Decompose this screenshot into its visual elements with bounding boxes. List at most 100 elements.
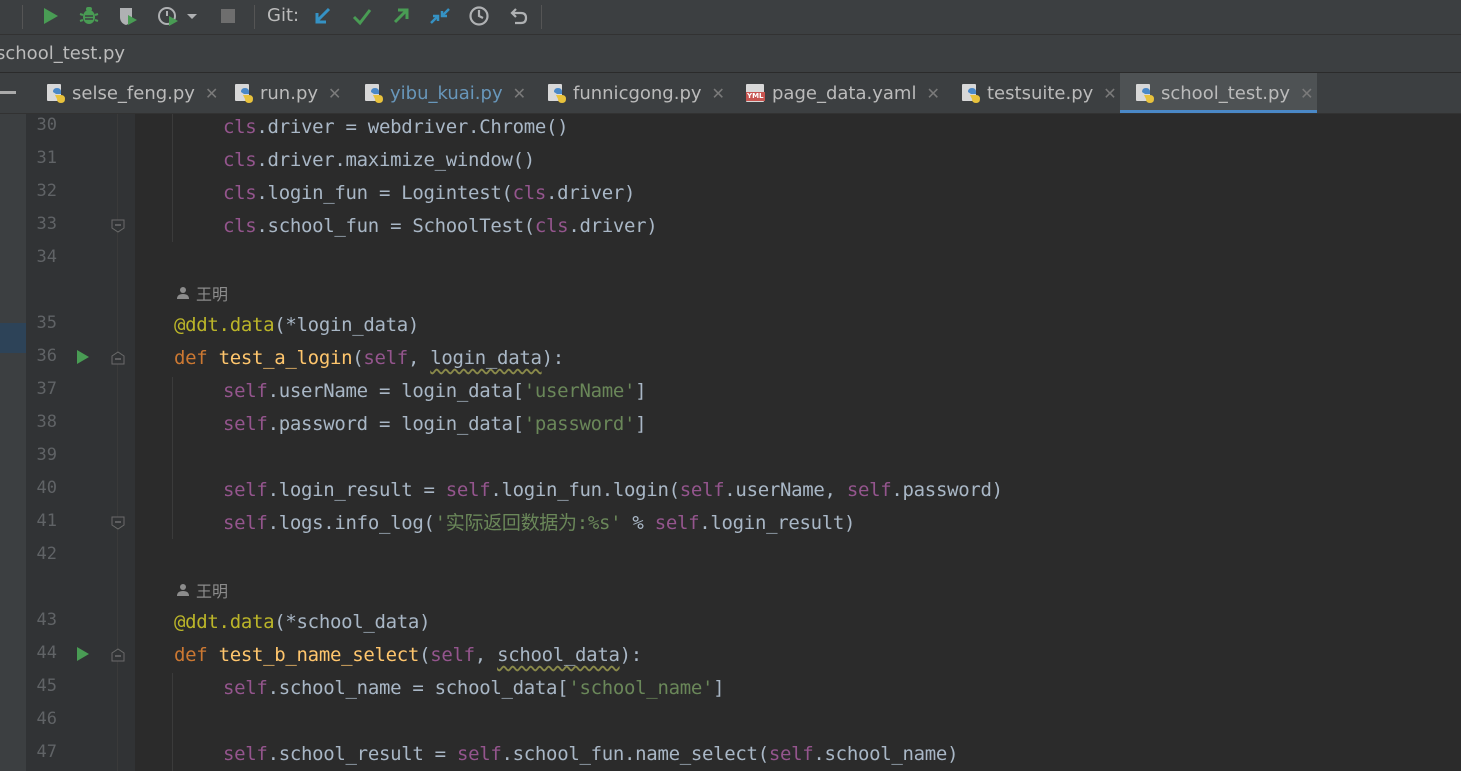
profile-icon[interactable] <box>155 3 181 29</box>
close-icon[interactable]: ✕ <box>712 84 725 103</box>
coverage-icon[interactable] <box>114 3 140 29</box>
code-text[interactable]: self.logs.info_log('实际返回数据为:%s' % self.l… <box>223 511 856 535</box>
fold-start-icon[interactable] <box>111 648 125 662</box>
line-number: 44 <box>36 643 57 663</box>
code-line: 32 cls.login_fun = Logintest(cls.driver) <box>0 176 1461 209</box>
run-test-icon[interactable] <box>76 646 90 662</box>
code-line: 46 <box>0 704 1461 737</box>
code-text[interactable]: def test_a_login(self, login_data): <box>174 346 564 370</box>
line-number: 39 <box>36 445 57 465</box>
code-text[interactable]: @ddt.data(*school_data) <box>174 610 431 634</box>
code-text[interactable]: cls.school_fun = SchoolTest(cls.driver) <box>223 214 658 238</box>
history-icon[interactable] <box>466 3 492 29</box>
author-hint: 王明 <box>0 572 1461 605</box>
code-line: 40 self.login_result = self.login_fun.lo… <box>0 473 1461 506</box>
tab-label: school_test.py <box>1161 82 1291 104</box>
line-number: 47 <box>36 742 57 762</box>
stop-icon[interactable] <box>215 3 241 29</box>
code-line: 44 def test_b_name_select(self, school_d… <box>0 638 1461 671</box>
code-text[interactable]: self.school_name = school_data['school_n… <box>223 676 725 700</box>
line-number: 32 <box>36 181 57 201</box>
fold-end-icon[interactable] <box>111 516 125 530</box>
tab-yibu-kuai[interactable]: yibu_kuai.py ✕ <box>364 73 526 113</box>
rollback-icon[interactable] <box>505 3 531 29</box>
code-line: 42 <box>0 539 1461 572</box>
git-push-icon[interactable] <box>388 3 414 29</box>
code-text[interactable]: self.school_result = self.school_fun.nam… <box>223 742 959 766</box>
code-line: 39 <box>0 440 1461 473</box>
tab-label: run.py <box>260 82 319 104</box>
python-file-icon <box>234 83 254 103</box>
git-update-icon[interactable] <box>310 3 336 29</box>
breadcrumb-file[interactable]: school_test.py <box>0 43 125 64</box>
code-line: 45 self.school_name = school_data['schoo… <box>0 671 1461 704</box>
debug-icon[interactable] <box>76 3 102 29</box>
yaml-file-icon: YML <box>746 83 766 103</box>
tab-label: page_data.yaml <box>772 82 917 104</box>
tab-label: testsuite.py <box>987 82 1094 104</box>
line-number: 42 <box>36 544 57 564</box>
code-text[interactable]: self.userName = login_data['userName'] <box>223 379 647 403</box>
user-icon <box>177 584 189 596</box>
code-line: 41 self.logs.info_log('实际返回数据为:%s' % sel… <box>0 506 1461 539</box>
code-line: 30 cls.driver = webdriver.Chrome() <box>0 110 1461 143</box>
line-number: 43 <box>36 610 57 630</box>
run-test-icon[interactable] <box>76 349 90 365</box>
python-file-icon <box>364 83 384 103</box>
git-commit-icon[interactable] <box>349 3 375 29</box>
fold-end-icon[interactable] <box>111 219 125 233</box>
author-name: 王明 <box>196 285 229 304</box>
tab-label: funnicgong.py <box>573 82 702 104</box>
line-number: 37 <box>36 379 57 399</box>
close-icon[interactable]: ✕ <box>1103 84 1116 103</box>
line-number: 38 <box>36 412 57 432</box>
line-number: 31 <box>36 148 57 168</box>
line-number: 35 <box>36 313 57 333</box>
code-text[interactable]: @ddt.data(*login_data) <box>174 313 419 337</box>
dropdown-icon[interactable] <box>182 3 202 29</box>
tab-funnicgong[interactable]: funnicgong.py ✕ <box>547 73 725 113</box>
close-icon[interactable]: ✕ <box>328 84 341 103</box>
breadcrumb: school_test.py <box>0 35 1461 73</box>
git-label: Git: <box>267 5 300 26</box>
line-number: 33 <box>36 214 57 234</box>
python-file-icon <box>547 83 567 103</box>
close-icon[interactable]: ✕ <box>513 84 526 103</box>
close-icon[interactable]: ✕ <box>1300 84 1313 103</box>
code-text[interactable]: def test_b_name_select(self, school_data… <box>174 643 642 667</box>
code-text[interactable]: self.password = login_data['password'] <box>223 412 647 436</box>
tab-label: yibu_kuai.py <box>390 82 503 104</box>
toolbar-separator <box>541 5 542 29</box>
git-merge-icon[interactable] <box>427 3 453 29</box>
fold-start-icon[interactable] <box>111 351 125 365</box>
line-number: 45 <box>36 676 57 696</box>
line-number: 36 <box>36 346 57 366</box>
code-line: 37 self.userName = login_data['userName'… <box>0 374 1461 407</box>
code-line: 34 <box>0 242 1461 275</box>
python-file-icon <box>46 83 66 103</box>
tab-list-menu-icon[interactable] <box>0 91 16 94</box>
code-line: 43 @ddt.data(*school_data) <box>0 605 1461 638</box>
code-line: 33 cls.school_fun = SchoolTest(cls.drive… <box>0 209 1461 242</box>
line-number: 40 <box>36 478 57 498</box>
python-file-icon <box>1135 83 1155 103</box>
editor-tab-bar: selse_feng.py ✕ run.py ✕ yibu_kuai.py ✕ … <box>0 73 1461 114</box>
toolbar-separator <box>22 5 23 29</box>
user-icon <box>177 287 189 299</box>
code-text[interactable]: cls.login_fun = Logintest(cls.driver) <box>223 181 635 205</box>
close-icon[interactable]: ✕ <box>926 84 939 103</box>
code-line: 35 @ddt.data(*login_data) <box>0 308 1461 341</box>
code-line: 36 def test_a_login(self, login_data): <box>0 341 1461 374</box>
tab-school-test[interactable]: school_test.py ✕ <box>1120 73 1317 113</box>
run-icon[interactable] <box>37 3 63 29</box>
code-text[interactable]: cls.driver.maximize_window() <box>223 148 535 172</box>
code-text[interactable]: self.login_result = self.login_fun.login… <box>223 478 1003 502</box>
code-line: 31 cls.driver.maximize_window() <box>0 143 1461 176</box>
tab-run[interactable]: run.py ✕ <box>234 73 341 113</box>
tab-testsuite[interactable]: testsuite.py ✕ <box>961 73 1117 113</box>
tab-selse-feng[interactable]: selse_feng.py ✕ <box>46 73 218 113</box>
tab-page-data-yaml[interactable]: YML page_data.yaml ✕ <box>746 73 940 113</box>
close-icon[interactable]: ✕ <box>205 84 218 103</box>
code-line: 47 self.school_result = self.school_fun.… <box>0 737 1461 770</box>
code-text[interactable]: cls.driver = webdriver.Chrome() <box>223 115 569 139</box>
